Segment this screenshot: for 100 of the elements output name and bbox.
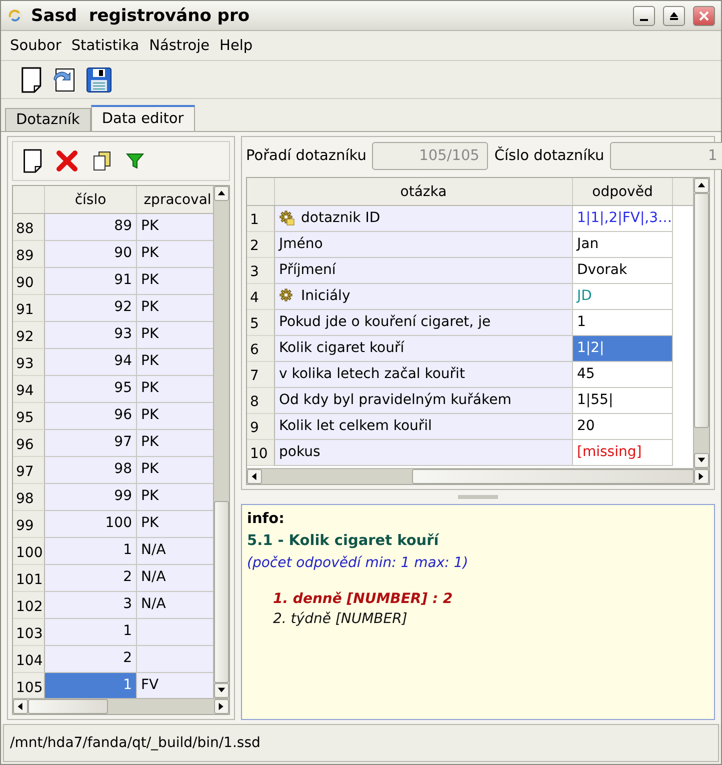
row-header[interactable]: 105 — [13, 673, 45, 698]
question-text: pokus — [279, 444, 320, 460]
scrollbar-thumb[interactable] — [214, 501, 229, 683]
table-cell: 1 — [45, 673, 137, 698]
answer-cell[interactable]: 1 — [573, 310, 673, 336]
scrollbar-thumb[interactable] — [28, 699, 108, 714]
row-header[interactable]: 8 — [247, 388, 275, 414]
table-cell: 2 — [45, 565, 137, 592]
scrollbar-thumb[interactable] — [694, 193, 709, 428]
copy-icon[interactable] — [92, 151, 112, 171]
close-button[interactable] — [693, 6, 715, 26]
scroll-up-arrow-icon[interactable] — [217, 189, 226, 198]
row-header[interactable]: 10 — [247, 440, 275, 466]
save-icon[interactable] — [86, 66, 112, 92]
question-text: Pokud jde o kouření cigaret, je — [279, 314, 491, 330]
menu-item[interactable]: Statistika — [66, 38, 144, 54]
splitter-handle-icon[interactable] — [458, 495, 498, 499]
row-header[interactable]: 91 — [13, 295, 45, 322]
answer-cell[interactable]: JD — [573, 284, 673, 310]
info-heading: info: — [247, 511, 286, 527]
maximize-button[interactable] — [663, 6, 685, 26]
gear-icon — [279, 288, 295, 304]
table-cell: 92 — [45, 295, 137, 322]
answer-cell[interactable]: Jan — [573, 232, 673, 258]
table-cell: PK — [137, 376, 213, 403]
row-header[interactable]: 2 — [247, 232, 275, 258]
row-header[interactable]: 5 — [247, 310, 275, 336]
answer-cell[interactable]: Dvorak — [573, 258, 673, 284]
question-text: Kolik let celkem kouřil — [279, 418, 432, 434]
column-header[interactable]: odpověd — [573, 178, 673, 205]
new-document-icon[interactable] — [21, 66, 42, 92]
question-text: v kolika letech začal kouřit — [279, 366, 465, 382]
row-header[interactable]: 90 — [13, 268, 45, 295]
row-header[interactable]: 103 — [13, 619, 45, 646]
tab[interactable]: Data editor — [90, 105, 195, 131]
scroll-up-arrow-icon[interactable] — [697, 181, 706, 190]
answer-cell[interactable]: 20 — [573, 414, 673, 440]
row-header[interactable]: 98 — [13, 484, 45, 511]
table-cell: 97 — [45, 430, 137, 457]
filter-icon[interactable] — [126, 152, 144, 170]
menu-item[interactable]: Soubor — [5, 38, 66, 54]
row-header[interactable]: 95 — [13, 403, 45, 430]
delete-icon[interactable] — [56, 150, 78, 172]
scroll-down-arrow-icon[interactable] — [697, 456, 706, 465]
scroll-right-arrow-icon[interactable] — [697, 472, 706, 481]
table-cell: N/A — [137, 592, 213, 619]
answer-cell[interactable]: 1|2| — [573, 336, 673, 362]
row-header[interactable]: 92 — [13, 322, 45, 349]
table-cell: PK — [137, 403, 213, 430]
row-header[interactable]: 1 — [247, 206, 275, 232]
maximize-icon — [669, 10, 679, 20]
menu-item[interactable]: Help — [214, 38, 258, 54]
open-document-icon[interactable] — [52, 66, 76, 92]
question-text: Kolik cigaret kouří — [279, 340, 404, 356]
scroll-left-arrow-icon[interactable] — [16, 702, 25, 711]
row-header[interactable]: 100 — [13, 538, 45, 565]
minimize-icon — [640, 18, 648, 20]
question-text: dotaznik ID — [301, 210, 380, 226]
row-header[interactable]: 104 — [13, 646, 45, 673]
row-header[interactable]: 89 — [13, 241, 45, 268]
table-cell: 3 — [45, 592, 137, 619]
answer-cell[interactable]: 1|55| — [573, 388, 673, 414]
column-header[interactable]: otázka — [275, 178, 573, 205]
row-header[interactable]: 96 — [13, 430, 45, 457]
table-cell: 2 — [45, 646, 137, 673]
row-header[interactable]: 3 — [247, 258, 275, 284]
menu-item[interactable]: Nástroje — [144, 38, 215, 54]
table-cell: 95 — [45, 376, 137, 403]
row-header[interactable]: 7 — [247, 362, 275, 388]
scrollbar-thumb[interactable] — [412, 469, 694, 484]
scroll-left-arrow-icon[interactable] — [250, 472, 259, 481]
row-header[interactable]: 94 — [13, 376, 45, 403]
column-header[interactable]: číslo — [45, 186, 137, 213]
table-cell: PK — [137, 511, 213, 538]
row-header[interactable]: 93 — [13, 349, 45, 376]
table-cell: 1 — [45, 538, 137, 565]
tab[interactable]: Dotazník — [5, 108, 91, 131]
answer-cell[interactable]: [missing] — [573, 440, 673, 466]
minimize-button[interactable] — [633, 6, 655, 26]
table-cell: PK — [137, 430, 213, 457]
field-label: Pořadí dotazníku — [246, 148, 366, 164]
row-header[interactable]: 102 — [13, 592, 45, 619]
question-text: Iniciály — [301, 288, 350, 304]
row-header[interactable]: 9 — [247, 414, 275, 440]
new-document-icon[interactable] — [23, 149, 42, 173]
table-cell: PK — [137, 214, 213, 241]
table-cell: PK — [137, 322, 213, 349]
scroll-down-arrow-icon[interactable] — [217, 686, 226, 695]
row-header[interactable]: 99 — [13, 511, 45, 538]
row-header[interactable]: 101 — [13, 565, 45, 592]
answer-cell[interactable]: 45 — [573, 362, 673, 388]
table-cell: 91 — [45, 268, 137, 295]
table-cell: PK — [137, 268, 213, 295]
row-header[interactable]: 97 — [13, 457, 45, 484]
scroll-right-arrow-icon[interactable] — [217, 702, 226, 711]
row-header[interactable]: 4 — [247, 284, 275, 310]
table-cell: 100 — [45, 511, 137, 538]
row-header[interactable]: 6 — [247, 336, 275, 362]
row-header[interactable]: 88 — [13, 214, 45, 241]
answer-cell[interactable]: 1|1|,2|FV|,3… — [573, 206, 673, 232]
